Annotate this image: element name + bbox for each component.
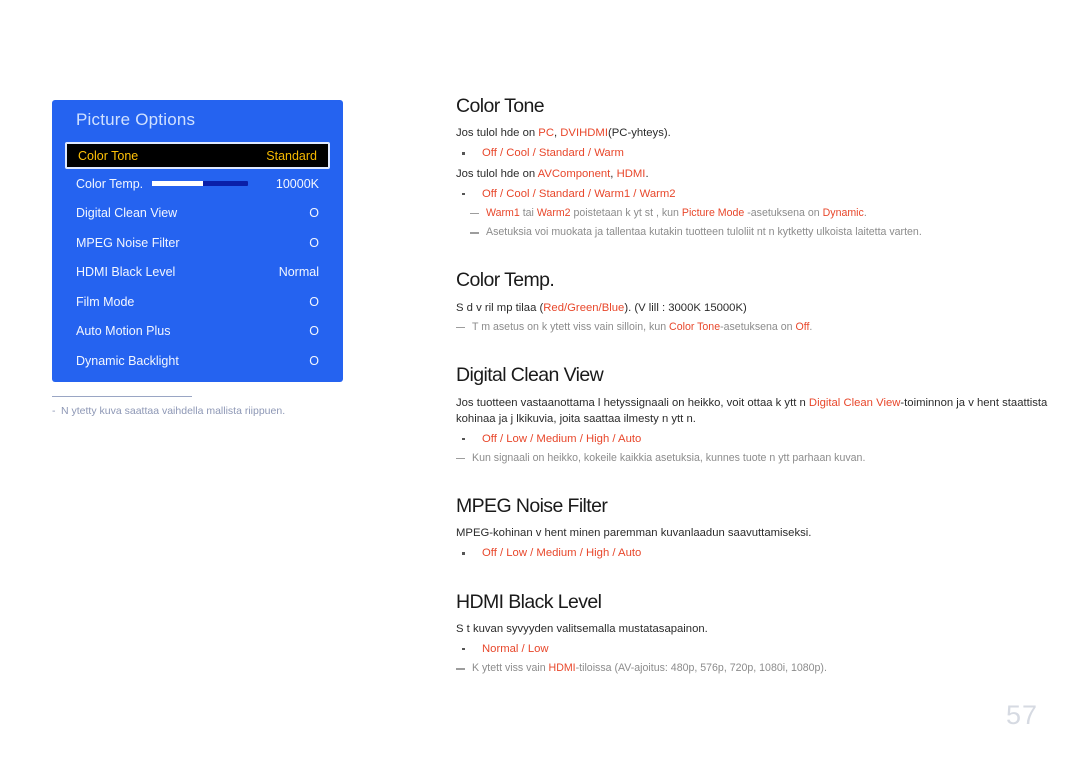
section-heading-mpeg-noise-filter: MPEG Noise Filter: [456, 495, 608, 517]
color-temp-body: S d v ril mp tilaa (Red/Green/Blue). (V …: [456, 300, 1056, 316]
source-hdmi: HDMI: [616, 167, 646, 180]
source-component: Component: [551, 167, 611, 180]
manual-content-column: Color Tone Jos tulol hde on PC, DVIHDMI(…: [456, 95, 1056, 676]
osd-menu-item-film-mode[interactable]: Film Mode O: [52, 287, 343, 317]
osd-item-value: O: [309, 235, 319, 250]
osd-menu-item-auto-motion-plus[interactable]: Auto Motion Plus O: [52, 317, 343, 347]
osd-footnote: -N ytetty kuva saattaa vaihdella mallist…: [52, 405, 285, 417]
color-tone-intro-pc: Jos tulol hde on PC, DVIHDMI(PC-yhteys).: [456, 125, 1056, 141]
text-run: poistetaan k yt st , kun: [570, 206, 682, 219]
color-tone-options-pc: Off / Cool / Standard / Warm: [456, 145, 1056, 161]
source-av: AV: [537, 167, 552, 180]
setting-picture-mode: Picture Mode: [681, 206, 745, 219]
slider-fill: [152, 181, 203, 187]
value-red: Red: [543, 301, 564, 314]
section-heading-digital-clean-view: Digital Clean View: [456, 364, 604, 387]
text-run: Jos tulol hde on: [456, 127, 539, 140]
text-run: ). (V lill : 3000K 15000K): [624, 301, 747, 314]
text-run: (PC-yhteys).: [607, 127, 671, 140]
picture-options-osd-panel: Picture Options Color Tone Standard Colo…: [52, 100, 343, 382]
osd-footnote-divider: [52, 396, 192, 397]
osd-footnote-text: N ytetty kuva saattaa vaihdella mallista…: [61, 405, 286, 417]
text-run: K ytett viss vain: [472, 662, 549, 674]
osd-menu-item-digital-clean-view[interactable]: Digital Clean View O: [52, 199, 343, 229]
osd-menu-item-hdmi-black-level[interactable]: HDMI Black Level Normal: [52, 258, 343, 288]
source-hdmi: HDMI: [548, 662, 576, 674]
digital-clean-view-note: Kun signaali on heikko, kokeile kaikkia …: [456, 451, 1056, 466]
text-run: -asetuksena on: [744, 206, 823, 219]
value-green: Green: [567, 301, 599, 314]
hdmi-black-level-note: K ytett viss vain HDMI-tiloissa (AV-ajoi…: [456, 661, 1056, 676]
osd-menu-item-color-temp[interactable]: Color Temp. 10000K: [52, 169, 343, 199]
osd-item-label: Color Tone: [78, 148, 139, 163]
osd-item-value: Normal: [278, 265, 319, 280]
digital-clean-view-options: Off / Low / Medium / High / Auto: [456, 431, 1056, 447]
osd-item-label: Film Mode: [76, 294, 135, 309]
text-run: S d v ril mp tilaa (: [456, 301, 544, 314]
value-off: Off: [795, 320, 810, 333]
mpeg-noise-filter-options: Off / Low / Medium / High / Auto: [456, 545, 1056, 561]
osd-item-label: HDMI Black Level: [76, 265, 176, 280]
source-hdmi: HDMI: [579, 127, 608, 140]
color-temp-slider[interactable]: [152, 181, 249, 187]
text-run: T m asetus on k ytett viss vain silloin,…: [472, 320, 670, 333]
osd-menu-item-color-tone[interactable]: Color Tone Standard: [65, 142, 330, 169]
color-tone-note-1: Warm1 tai Warm2 poistetaan k yt st , kun…: [456, 206, 1056, 221]
osd-menu-item-mpeg-noise-filter[interactable]: MPEG Noise Filter O: [52, 228, 343, 258]
osd-item-value: O: [309, 206, 319, 221]
text-run: Jos tulol hde on: [456, 167, 538, 180]
osd-panel-title: Picture Options: [76, 110, 196, 129]
osd-item-middle: [143, 181, 265, 187]
setting-color-tone: Color Tone: [669, 320, 721, 333]
osd-menu-list: Color Tone Standard Color Temp. 10000K D…: [52, 142, 343, 376]
text-run: .: [645, 167, 649, 180]
osd-item-value: Standard: [266, 148, 317, 163]
osd-item-label: Digital Clean View: [76, 206, 178, 221]
hdmi-black-level-options: Normal / Low: [456, 641, 1056, 657]
footnote-dash-icon: -: [52, 405, 56, 417]
source-pc: PC: [538, 127, 554, 140]
osd-item-value: O: [309, 294, 319, 309]
page-number: 57: [1005, 700, 1038, 730]
text-run: -tiloissa (AV-ajoitus: 480p, 576p, 720p,…: [575, 662, 827, 674]
osd-item-label: MPEG Noise Filter: [76, 235, 180, 250]
osd-item-value: O: [309, 324, 319, 339]
setting-digital-clean-view: Digital Clean View: [808, 396, 901, 409]
text-run: .: [863, 206, 867, 219]
color-temp-note: T m asetus on k ytett viss vain silloin,…: [456, 320, 1056, 335]
section-heading-hdmi-black-level: HDMI Black Level: [456, 590, 602, 613]
osd-item-label: Color Temp.: [76, 176, 144, 191]
value-warm2: Warm2: [536, 206, 571, 219]
osd-item-label: Dynamic Backlight: [76, 353, 179, 368]
text-run: Jos tuotteen vastaanottama l hetyssignaa…: [456, 396, 809, 409]
text-run: -asetuksena on: [720, 320, 796, 333]
text-run: .: [809, 320, 813, 333]
mpeg-noise-filter-body: MPEG-kohinan v hent minen paremman kuvan…: [456, 527, 812, 540]
source-dvi: DVI: [560, 127, 580, 140]
color-tone-note-2: Asetuksia voi muokata ja tallentaa kutak…: [456, 225, 1056, 240]
color-tone-options-av: Off / Cool / Standard / Warm1 / Warm2: [456, 186, 1056, 202]
osd-menu-item-dynamic-backlight[interactable]: Dynamic Backlight O: [52, 346, 343, 376]
osd-item-value: 10000K: [275, 176, 319, 191]
value-dynamic: Dynamic: [822, 206, 864, 219]
color-tone-intro-av: Jos tulol hde on AVComponent, HDMI.: [456, 166, 1056, 182]
value-blue: Blue: [601, 301, 625, 314]
value-warm1: Warm1: [486, 206, 520, 219]
osd-item-label: Auto Motion Plus: [76, 324, 171, 339]
osd-item-value: O: [309, 353, 319, 368]
text-run: tai: [519, 206, 537, 219]
digital-clean-view-body: Jos tuotteen vastaanottama l hetyssignaa…: [456, 395, 1056, 427]
section-heading-color-tone: Color Tone: [456, 95, 545, 117]
hdmi-black-level-body: S t kuvan syvyyden valitsemalla mustatas…: [456, 622, 708, 635]
section-heading-color-temp: Color Temp.: [456, 269, 555, 292]
